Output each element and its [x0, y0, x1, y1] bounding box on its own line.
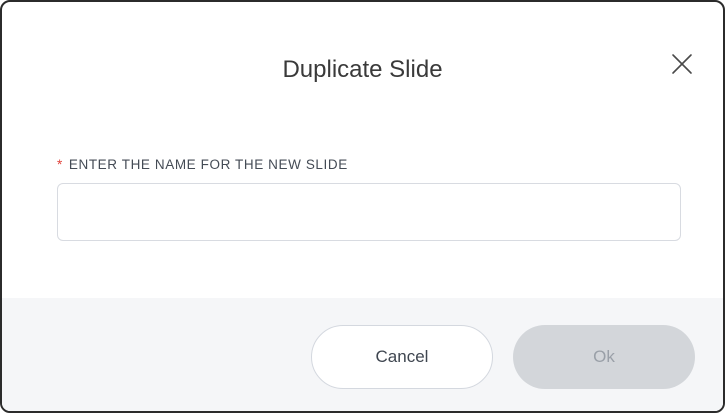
- close-button[interactable]: [662, 46, 702, 86]
- duplicate-slide-dialog: Duplicate Slide * ENTER THE NAME FOR THE …: [0, 0, 725, 413]
- cancel-button[interactable]: Cancel: [311, 325, 493, 389]
- slide-name-label: * ENTER THE NAME FOR THE NEW SLIDE: [57, 156, 348, 174]
- slide-name-input[interactable]: [57, 183, 681, 241]
- required-marker: *: [57, 157, 63, 172]
- dialog-title: Duplicate Slide: [282, 56, 443, 83]
- ok-button[interactable]: Ok: [513, 325, 695, 389]
- slide-name-label-text: ENTER THE NAME FOR THE NEW SLIDE: [68, 157, 348, 172]
- close-icon: [662, 46, 702, 86]
